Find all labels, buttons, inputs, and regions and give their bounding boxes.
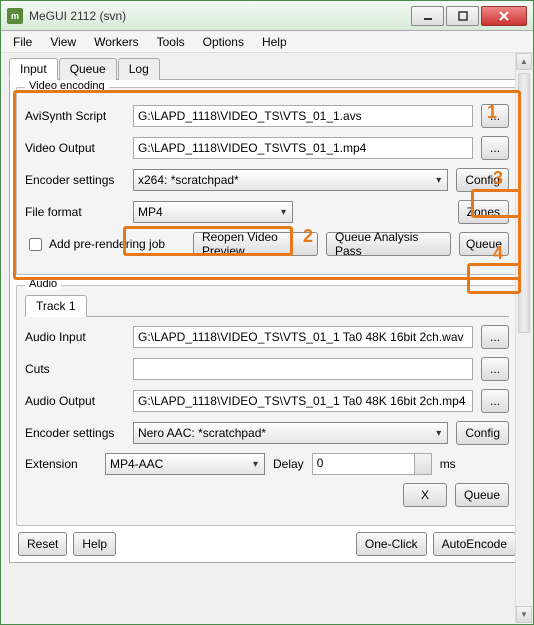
audio-output-label: Audio Output	[25, 394, 125, 408]
window-title: MeGUI 2112 (svn)	[29, 9, 409, 23]
menu-tools[interactable]: Tools	[149, 33, 193, 51]
scroll-up-icon[interactable]: ▲	[516, 53, 532, 70]
delay-spinner[interactable]: 0 ▲▼	[312, 453, 432, 475]
delay-unit: ms	[440, 457, 456, 471]
avisynth-browse-button[interactable]: ...	[481, 104, 509, 128]
audio-input-label: Audio Input	[25, 330, 125, 344]
audio-track-tab[interactable]: Track 1	[25, 295, 87, 317]
audio-config-button[interactable]: Config	[456, 421, 509, 445]
app-icon: m	[7, 8, 23, 24]
audio-output-browse-button[interactable]: ...	[481, 389, 509, 413]
menu-view[interactable]: View	[42, 33, 84, 51]
menu-options[interactable]: Options	[195, 33, 252, 51]
encoder-settings-label: Encoder settings	[25, 173, 125, 187]
add-prerender-checkbox[interactable]	[29, 238, 42, 251]
queue-analysis-button[interactable]: Queue Analysis Pass	[326, 232, 451, 256]
audio-input-browse-button[interactable]: ...	[481, 325, 509, 349]
tab-log[interactable]: Log	[118, 58, 160, 80]
extension-combo[interactable]: MP4-AAC	[105, 453, 265, 475]
close-button[interactable]	[481, 6, 527, 26]
scroll-down-icon[interactable]: ▼	[516, 606, 532, 623]
scroll-thumb[interactable]	[518, 73, 530, 333]
audio-queue-button[interactable]: Queue	[455, 483, 509, 507]
menu-file[interactable]: File	[5, 33, 40, 51]
add-prerender-label: Add pre-rendering job	[49, 237, 165, 251]
cuts-browse-button[interactable]: ...	[481, 357, 509, 381]
help-button[interactable]: Help	[73, 532, 116, 556]
video-config-button[interactable]: Config	[456, 168, 509, 192]
tab-queue[interactable]: Queue	[59, 58, 117, 80]
tab-input[interactable]: Input	[9, 58, 58, 80]
minimize-button[interactable]	[411, 6, 444, 26]
menu-workers[interactable]: Workers	[86, 33, 146, 51]
oneclick-button[interactable]: One-Click	[356, 532, 427, 556]
video-group-label: Video encoding	[25, 80, 109, 92]
video-output-label: Video Output	[25, 141, 125, 155]
audio-output-field[interactable]: G:\LAPD_1118\VIDEO_TS\VTS_01_1 Ta0 48K 1…	[133, 390, 473, 412]
video-output-input[interactable]: G:\LAPD_1118\VIDEO_TS\VTS_01_1.mp4	[133, 137, 473, 159]
delay-label: Delay	[273, 457, 304, 471]
maximize-button[interactable]	[446, 6, 479, 26]
avisynth-input[interactable]: G:\LAPD_1118\VIDEO_TS\VTS_01_1.avs	[133, 105, 473, 127]
encoder-settings-combo[interactable]: x264: *scratchpad*	[133, 169, 448, 191]
reopen-preview-button[interactable]: Reopen Video Preview	[193, 232, 318, 256]
audio-group-label: Audio	[25, 278, 61, 290]
avisynth-label: AviSynth Script	[25, 109, 125, 123]
autoencode-button[interactable]: AutoEncode	[433, 532, 516, 556]
video-queue-button[interactable]: Queue	[459, 232, 509, 256]
file-format-combo[interactable]: MP4	[133, 201, 293, 223]
audio-input-field[interactable]: G:\LAPD_1118\VIDEO_TS\VTS_01_1 Ta0 48K 1…	[133, 326, 473, 348]
reset-button[interactable]: Reset	[18, 532, 67, 556]
scrollbar[interactable]: ▲ ▼	[515, 53, 532, 623]
audio-encoder-combo[interactable]: Nero AAC: *scratchpad*	[133, 422, 448, 444]
menubar: File View Workers Tools Options Help	[1, 31, 533, 53]
video-output-browse-button[interactable]: ...	[481, 136, 509, 160]
audio-encoder-label: Encoder settings	[25, 426, 125, 440]
cuts-label: Cuts	[25, 362, 125, 376]
cuts-field[interactable]	[133, 358, 473, 380]
audio-delete-button[interactable]: X	[403, 483, 447, 507]
extension-label: Extension	[25, 457, 97, 471]
zones-button[interactable]: Zones	[458, 200, 509, 224]
file-format-label: File format	[25, 205, 125, 219]
menu-help[interactable]: Help	[254, 33, 295, 51]
